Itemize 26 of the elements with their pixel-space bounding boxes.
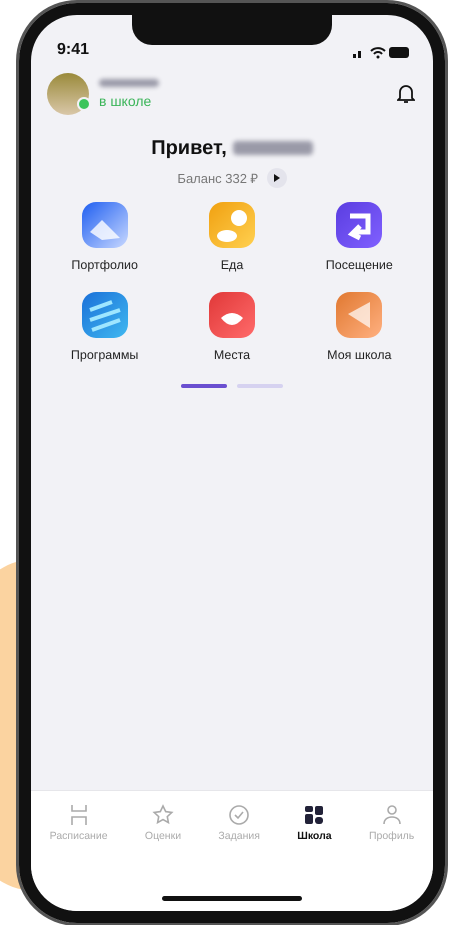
star-icon: [150, 802, 175, 826]
status-icons: [353, 44, 411, 58]
attendance-app-icon: [336, 202, 382, 248]
app-tile[interactable]: Посещение: [296, 202, 423, 272]
check-circle-icon: [227, 802, 252, 826]
blurred-name: [99, 78, 159, 86]
play-button[interactable]: [266, 168, 287, 188]
school-app-icon: [336, 292, 382, 338]
greeting: Привет,: [151, 136, 227, 160]
tab[interactable]: Школа: [295, 798, 334, 846]
places-app-icon: [208, 292, 255, 338]
portfolio-app-icon: [82, 202, 128, 248]
app-tile[interactable]: Моя школа: [296, 292, 423, 362]
app-tile[interactable]: Программы: [41, 292, 168, 362]
app-tile[interactable]: Портфолио: [41, 202, 168, 272]
app-tile[interactable]: Еда: [168, 202, 296, 272]
avatar[interactable]: [47, 72, 89, 114]
app-tile[interactable]: Места: [168, 292, 296, 362]
user-status: в школе: [99, 92, 152, 108]
play-icon: [272, 174, 281, 182]
programs-app-icon: [82, 292, 128, 338]
balance: Баланс 332 ₽: [177, 170, 259, 186]
bell-icon[interactable]: [397, 84, 415, 104]
status-time: 9:41: [57, 40, 90, 58]
food-app-icon: [208, 202, 255, 248]
page-indicator[interactable]: [181, 384, 227, 388]
